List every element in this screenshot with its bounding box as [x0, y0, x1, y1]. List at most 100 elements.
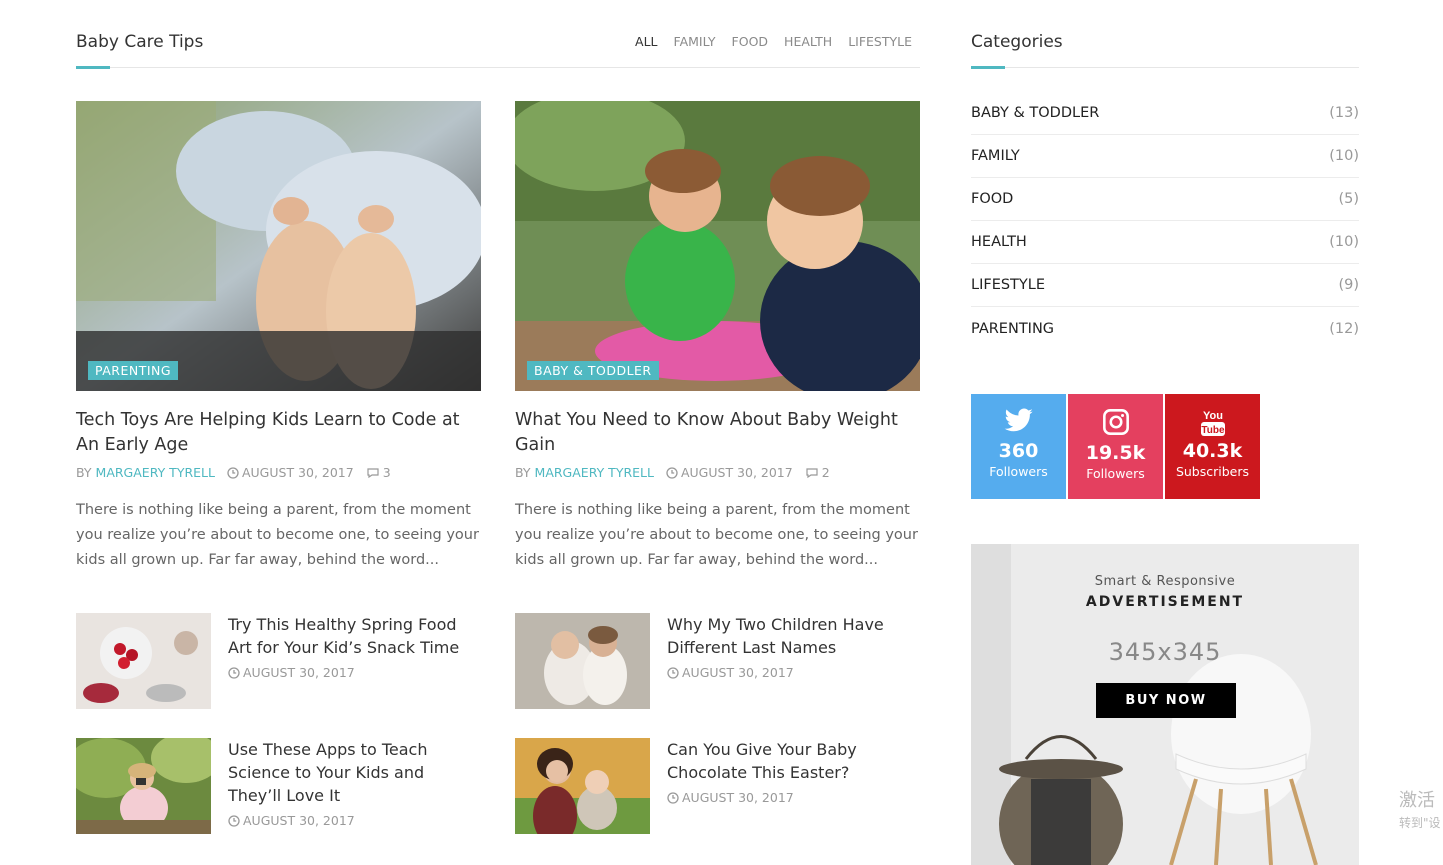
thumbnail-mother-baby[interactable]	[515, 738, 650, 834]
buy-now-button[interactable]: BUY NOW	[1096, 683, 1236, 718]
twitter-counter[interactable]: 360 Followers	[971, 394, 1066, 499]
post-date: AUGUST 30, 2017	[666, 465, 793, 480]
social-counters: 360 Followers 19.5k Followers You Tube 4…	[971, 394, 1260, 499]
featured-image-baby-feet[interactable]: PARENTING	[76, 101, 481, 391]
category-count: (13)	[1329, 105, 1359, 121]
tab-family[interactable]: FAMILY	[674, 34, 716, 49]
advertisement-banner[interactable]: Smart & Responsive ADVERTISEMENT 345x345…	[971, 544, 1359, 865]
category-name[interactable]: FAMILY	[971, 148, 1020, 164]
list-item: Why My Two Children Have Different Last …	[515, 613, 920, 709]
date-text: AUGUST 30, 2017	[243, 665, 355, 680]
category-count: (10)	[1329, 234, 1359, 250]
category-item-food[interactable]: FOOD (5)	[971, 178, 1359, 221]
post-title[interactable]: What You Need to Know About Baby Weight …	[515, 408, 920, 458]
post-excerpt: There is nothing like being a parent, fr…	[76, 502, 479, 568]
activation-watermark: 激活 转到"设	[1399, 786, 1441, 831]
youtube-icon: You Tube	[1200, 410, 1225, 436]
sidebar: Categories BABY & TODDLER (13) FAMILY (1…	[971, 28, 1359, 350]
featured-post: PARENTING Tech Toys Are Helping Kids Lea…	[76, 101, 481, 573]
post-title[interactable]: Use These Apps to Teach Science to Your …	[228, 738, 481, 807]
list-item: Use These Apps to Teach Science to Your …	[76, 738, 481, 834]
mother-and-baby-photo	[515, 738, 650, 834]
comments-link[interactable]: 2	[805, 465, 830, 480]
author-link[interactable]: MARGAERY TYRELL	[535, 465, 654, 480]
category-name[interactable]: BABY & TODDLER	[971, 105, 1099, 121]
comment-count: 3	[382, 465, 391, 480]
featured-post: BABY & TODDLER What You Need to Know Abo…	[515, 101, 920, 573]
watermark-line2: 转到"设	[1399, 816, 1441, 830]
instagram-label: Followers	[1086, 466, 1145, 481]
svg-text:Tube: Tube	[1201, 425, 1225, 436]
category-item-lifestyle[interactable]: LIFESTYLE (9)	[971, 264, 1359, 307]
category-item-parenting[interactable]: PARENTING (12)	[971, 307, 1359, 350]
section-title: Baby Care Tips	[76, 32, 204, 52]
svg-text:You: You	[1203, 410, 1223, 422]
post-date: AUGUST 30, 2017	[228, 813, 481, 828]
list-item: Can You Give Your Baby Chocolate This Ea…	[515, 738, 920, 834]
youtube-label: Subscribers	[1175, 464, 1250, 479]
two-babies-photo	[515, 613, 650, 709]
clock-icon	[666, 466, 678, 479]
two-boys-photo	[515, 101, 920, 391]
filter-tabs: ALL FAMILY FOOD HEALTH LIFESTYLE	[635, 34, 912, 49]
by-label: BY	[515, 465, 531, 480]
tab-lifestyle[interactable]: LIFESTYLE	[848, 34, 912, 49]
post-title[interactable]: Why My Two Children Have Different Last …	[667, 613, 920, 659]
clock-icon	[228, 666, 240, 679]
category-count: (5)	[1338, 191, 1359, 207]
post-date: AUGUST 30, 2017	[227, 465, 354, 480]
date-text: AUGUST 30, 2017	[241, 465, 354, 480]
post-title[interactable]: Try This Healthy Spring Food Art for You…	[228, 613, 481, 659]
categories-underline	[971, 66, 1005, 69]
post-date: AUGUST 30, 2017	[667, 790, 920, 805]
category-item-baby-toddler[interactable]: BABY & TODDLER (13)	[971, 92, 1359, 135]
ad-tagline: Smart & Responsive	[1094, 574, 1236, 589]
categories-header: Categories	[971, 28, 1359, 69]
tab-all[interactable]: ALL	[635, 34, 657, 49]
comment-icon	[806, 467, 818, 478]
category-badge[interactable]: BABY & TODDLER	[527, 361, 659, 380]
category-count: (9)	[1338, 277, 1359, 293]
post-title[interactable]: Tech Toys Are Helping Kids Learn to Code…	[76, 408, 481, 458]
tab-health[interactable]: HEALTH	[784, 34, 832, 49]
comment-icon	[367, 467, 379, 478]
instagram-icon	[1102, 409, 1129, 435]
thumbnail-two-babies[interactable]	[515, 613, 650, 709]
section-underline	[76, 66, 110, 69]
ad-heading: ADVERTISEMENT	[1085, 594, 1245, 610]
author-link[interactable]: MARGAERY TYRELL	[96, 465, 215, 480]
category-badge[interactable]: PARENTING	[88, 361, 179, 380]
post-excerpt: There is nothing like being a parent, fr…	[515, 502, 918, 568]
category-name[interactable]: HEALTH	[971, 234, 1027, 250]
post-date: AUGUST 30, 2017	[228, 665, 481, 680]
watermark-line1: 激活	[1399, 790, 1435, 811]
date-text: AUGUST 30, 2017	[680, 465, 793, 480]
post-meta: BY MARGAERY TYRELL AUGUST 30, 2017 2	[515, 465, 920, 480]
category-name[interactable]: PARENTING	[971, 321, 1054, 337]
cherries-photo	[76, 613, 211, 709]
category-count: (12)	[1329, 320, 1359, 337]
post-title[interactable]: Can You Give Your Baby Chocolate This Ea…	[667, 738, 920, 784]
instagram-counter[interactable]: 19.5k Followers	[1068, 394, 1163, 499]
clock-icon	[667, 791, 679, 804]
tab-food[interactable]: FOOD	[732, 34, 769, 49]
instagram-count: 19.5k	[1085, 442, 1146, 464]
category-name[interactable]: FOOD	[971, 191, 1013, 207]
category-item-health[interactable]: HEALTH (10)	[971, 221, 1359, 264]
category-name[interactable]: LIFESTYLE	[971, 277, 1045, 293]
thumbnail-cherries[interactable]	[76, 613, 211, 709]
post-meta: BY MARGAERY TYRELL AUGUST 30, 2017 3	[76, 465, 481, 480]
comments-link[interactable]: 3	[366, 465, 391, 480]
category-item-family[interactable]: FAMILY (10)	[971, 135, 1359, 178]
date-text: AUGUST 30, 2017	[682, 665, 794, 680]
twitter-label: Followers	[989, 464, 1048, 479]
ad-size: 345x345	[1108, 638, 1222, 666]
twitter-count: 360	[998, 440, 1039, 462]
clock-icon	[228, 814, 240, 827]
featured-image-two-boys[interactable]: BABY & TODDLER	[515, 101, 920, 391]
youtube-counter[interactable]: You Tube 40.3k Subscribers	[1165, 394, 1260, 499]
post-date: AUGUST 30, 2017	[667, 665, 920, 680]
thumbnail-girl-camera[interactable]	[76, 738, 211, 834]
youtube-count: 40.3k	[1182, 440, 1243, 462]
category-count: (10)	[1329, 148, 1359, 164]
